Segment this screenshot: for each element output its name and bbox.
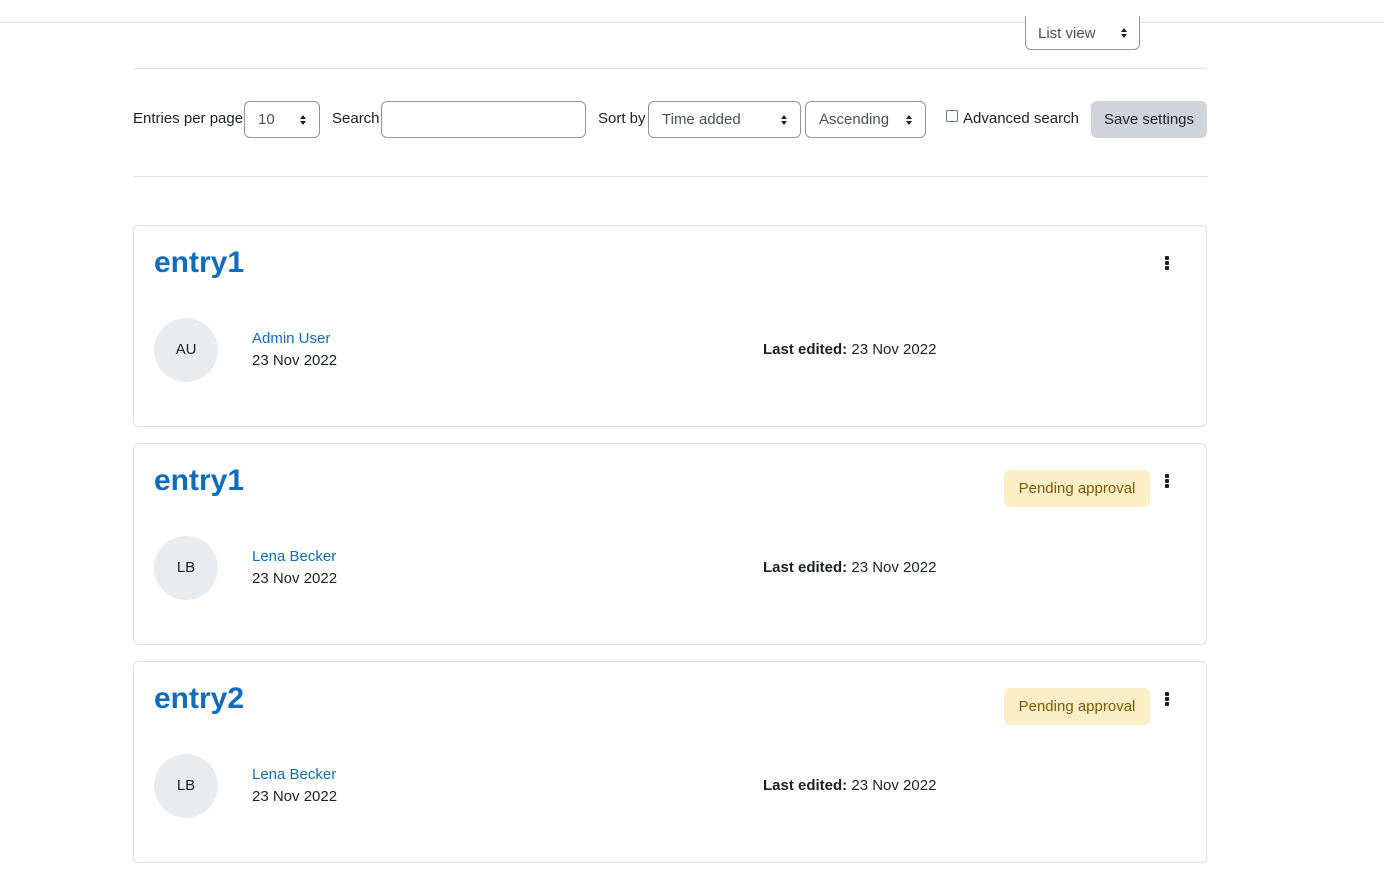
- select-caret-icon: [300, 115, 307, 125]
- advanced-search-label[interactable]: Advanced search: [963, 110, 1079, 127]
- entry-title[interactable]: entry1: [154, 464, 244, 498]
- sort-by-label: Sort by: [598, 110, 646, 127]
- entry-card: entry2 Pending approval LB Lena Becker 2…: [133, 661, 1207, 863]
- actions-menu-icon[interactable]: [1165, 474, 1169, 488]
- last-edited: Last edited: 23 Nov 2022: [763, 559, 936, 576]
- search-input[interactable]: [381, 101, 586, 138]
- avatar: AU: [154, 318, 218, 382]
- last-edited-value: 23 Nov 2022: [851, 559, 937, 576]
- sort-order-select[interactable]: Ascending: [805, 101, 926, 138]
- entry-title[interactable]: entry2: [154, 682, 244, 716]
- created-date: 23 Nov 2022: [252, 570, 338, 587]
- sort-by-select[interactable]: Time added: [648, 101, 801, 138]
- last-edited: Last edited: 23 Nov 2022: [763, 341, 936, 358]
- divider-top: [133, 68, 1207, 69]
- view-mode-select[interactable]: List view: [1025, 16, 1140, 50]
- advanced-search-checkbox[interactable]: [946, 110, 958, 122]
- entries-per-page-value: 10: [258, 111, 275, 128]
- entries-per-page-select[interactable]: 10: [244, 101, 320, 138]
- select-caret-icon: [1121, 28, 1128, 38]
- last-edited: Last edited: 23 Nov 2022: [763, 777, 936, 794]
- entry-title[interactable]: entry1: [154, 246, 244, 280]
- last-edited-label: Last edited:: [763, 559, 848, 576]
- last-edited-label: Last edited:: [763, 777, 848, 794]
- entry-card: entry1 Pending approval LB Lena Becker 2…: [133, 443, 1207, 645]
- author-link[interactable]: Lena Becker: [252, 548, 336, 565]
- save-settings-button[interactable]: Save settings: [1091, 101, 1207, 138]
- last-edited-value: 23 Nov 2022: [851, 777, 937, 794]
- avatar: LB: [154, 536, 218, 600]
- avatar: LB: [154, 754, 218, 818]
- divider-bottom: [133, 176, 1207, 177]
- top-navbar: [0, 0, 1384, 23]
- created-date: 23 Nov 2022: [252, 352, 338, 369]
- sort-order-value: Ascending: [819, 111, 890, 128]
- select-caret-icon: [781, 115, 788, 125]
- entries-per-page-label: Entries per page: [133, 110, 244, 127]
- actions-menu-icon[interactable]: [1165, 256, 1169, 270]
- status-badge: Pending approval: [1004, 470, 1150, 507]
- author-link[interactable]: Admin User: [252, 330, 330, 347]
- last-edited-label: Last edited:: [763, 341, 848, 358]
- actions-menu-icon[interactable]: [1165, 692, 1169, 706]
- entry-card: entry1 AU Admin User 23 Nov 2022 Last ed…: [133, 225, 1207, 427]
- last-edited-value: 23 Nov 2022: [851, 341, 937, 358]
- search-label: Search: [332, 110, 380, 127]
- created-date: 23 Nov 2022: [252, 788, 338, 805]
- select-caret-icon: [906, 115, 913, 125]
- sort-by-value: Time added: [662, 111, 741, 128]
- status-badge: Pending approval: [1004, 688, 1150, 725]
- author-link[interactable]: Lena Becker: [252, 766, 336, 783]
- view-mode-value: List view: [1038, 25, 1096, 42]
